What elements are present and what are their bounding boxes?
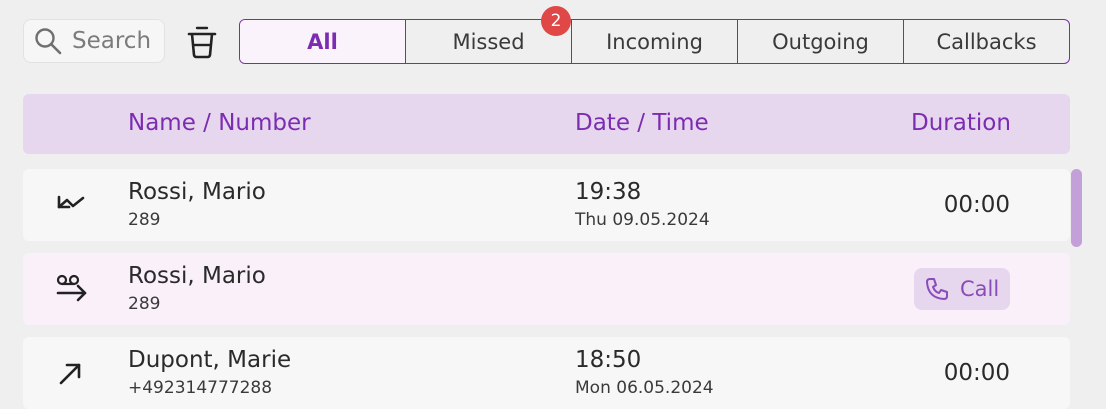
missed-count-badge: 2 (541, 6, 571, 36)
column-header-name[interactable]: Name / Number (128, 110, 311, 136)
call-date: Mon 06.05.2024 (575, 378, 714, 398)
tab-callbacks[interactable]: Callbacks (904, 20, 1069, 63)
caller-name: Rossi, Mario (128, 179, 266, 205)
search-icon (35, 28, 62, 55)
caller-number: +492314777288 (128, 378, 273, 398)
call-filter-tabs: All Missed 2 Incoming Outgoing Callbacks (239, 6, 1070, 64)
call-time: 19:38 (575, 179, 642, 205)
tab-incoming[interactable]: Incoming (572, 20, 738, 63)
table-row[interactable]: Rossi, Mario 289 19:38 Thu 09.05.2024 00… (23, 169, 1070, 241)
incoming-call-icon (57, 195, 85, 209)
caller-number: 289 (128, 294, 161, 314)
table-row[interactable]: Rossi, Mario 289 Call (23, 253, 1070, 325)
call-date: Thu 09.05.2024 (575, 210, 710, 230)
tab-all[interactable]: All (240, 20, 406, 63)
voicemail-forward-icon (56, 274, 87, 302)
call-duration: 00:00 (943, 360, 1010, 386)
table-header: Name / Number Date / Time Duration (23, 94, 1070, 154)
phone-icon (926, 278, 948, 300)
trash-icon (187, 26, 217, 59)
call-time: 18:50 (575, 347, 642, 373)
caller-name: Dupont, Marie (128, 347, 292, 373)
caller-number: 289 (128, 210, 161, 230)
call-button-label: Call (960, 277, 1000, 301)
call-duration: 00:00 (943, 192, 1010, 218)
tab-outgoing[interactable]: Outgoing (738, 20, 904, 63)
column-header-datetime[interactable]: Date / Time (575, 110, 709, 136)
call-button[interactable]: Call (914, 268, 1010, 310)
table-row[interactable]: Dupont, Marie +492314777288 18:50 Mon 06… (23, 337, 1070, 409)
caller-name: Rossi, Mario (128, 263, 266, 289)
outgoing-call-icon (59, 363, 81, 385)
search-placeholder: Search (72, 28, 152, 54)
tab-missed[interactable]: Missed 2 (406, 6, 572, 63)
delete-button[interactable] (186, 24, 218, 64)
column-header-duration[interactable]: Duration (911, 110, 1011, 136)
search-input[interactable]: Search (23, 19, 165, 63)
scrollbar[interactable] (1071, 169, 1082, 247)
